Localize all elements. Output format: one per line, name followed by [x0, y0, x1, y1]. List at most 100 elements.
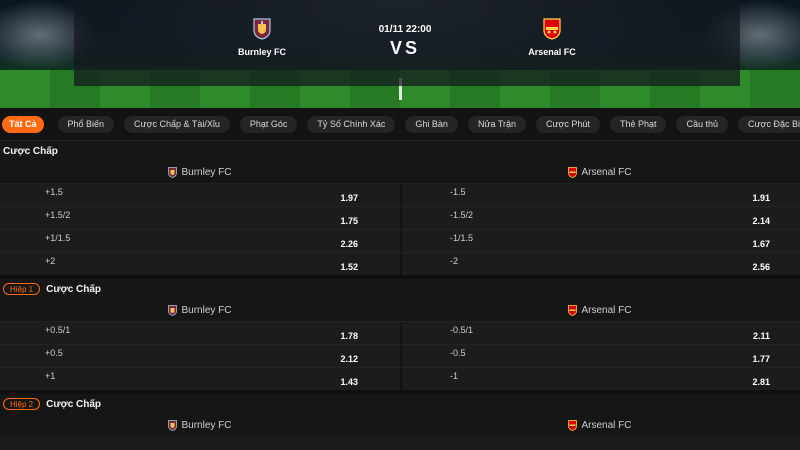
home-column-header: Burnley FC	[0, 420, 400, 431]
odds-value: 1.43	[340, 377, 358, 387]
away-column-header: Arsenal FC	[400, 167, 800, 178]
home-column-team: Burnley FC	[181, 166, 232, 178]
burnley-crest-icon	[168, 419, 178, 431]
tab-players[interactable]: Cầu thủ	[676, 115, 729, 133]
tab-corners[interactable]: Phạt Góc	[239, 115, 298, 133]
arsenal-crest-icon	[568, 419, 578, 431]
home-column-team: Burnley FC	[181, 419, 232, 431]
tab-specials[interactable]: Cược Đặc Biệt	[738, 115, 800, 133]
odds-value: 2.26	[340, 239, 358, 249]
odds-row: +1.5 1.97 -1.5 1.91	[0, 183, 800, 206]
odds-row: +1/1.5 2.26 -1/1.5 1.67	[0, 229, 800, 252]
home-odds-cell[interactable]: +1/1.5 2.26	[0, 230, 400, 252]
handicap-line: -1.5	[450, 187, 466, 197]
handicap-line: -1	[450, 371, 459, 381]
odds-value: 1.52	[340, 262, 358, 272]
away-odds-cell[interactable]: -2 2.56	[400, 253, 800, 275]
handicap-line: -2	[450, 256, 459, 266]
tab-goalscorer[interactable]: Ghi Bàn	[405, 115, 458, 133]
handicap-line: +0.5	[45, 348, 63, 358]
home-odds-cell[interactable]: +2 1.52	[0, 253, 400, 275]
market-team-header: Burnley FC Arsenal FC	[0, 414, 800, 436]
market-handicap-first-half: Hiệp 1 Cược Chấp Burnley FC Arsenal FC +…	[0, 279, 800, 390]
odds-value: 1.75	[340, 216, 358, 226]
odds-row: +0.5 2.12 -0.5 1.77	[0, 344, 800, 367]
tab-popular[interactable]: Phổ Biến	[57, 115, 115, 133]
away-odds-cell[interactable]: -1.5 1.91	[400, 184, 800, 206]
handicap-line: +1.5/2	[45, 210, 71, 220]
home-column-team: Burnley FC	[181, 304, 232, 316]
tab-all[interactable]: Tất Cả	[2, 115, 44, 133]
odds-value: 1.91	[752, 193, 770, 203]
home-team-name: Burnley FC	[237, 47, 286, 57]
market-handicap-second-half: Hiệp 2 Cược Chấp Burnley FC Arsenal FC	[0, 394, 800, 436]
arsenal-crest-icon	[568, 304, 578, 316]
market-title: Cược Chấp	[46, 398, 102, 410]
odds-value: 2.11	[752, 331, 770, 341]
tab-half-time[interactable]: Nửa Trận	[467, 115, 526, 133]
odds-row: +0.5/1 1.78 -0.5/1 2.11	[0, 321, 800, 344]
half-badge: Hiệp 2	[3, 398, 41, 410]
burnley-crest-icon	[253, 18, 271, 40]
market-team-header: Burnley FC Arsenal FC	[0, 161, 800, 183]
handicap-line: -1/1.5	[450, 233, 474, 243]
handicap-line: +0.5/1	[45, 325, 71, 335]
home-team[interactable]: Burnley FC	[202, 18, 322, 57]
away-column-header: Arsenal FC	[400, 420, 800, 431]
burnley-crest-icon	[168, 166, 178, 178]
arsenal-crest-icon	[568, 166, 578, 178]
market-team-header: Burnley FC Arsenal FC	[0, 299, 800, 321]
vs-label: VS	[389, 38, 420, 58]
away-odds-cell[interactable]: -1.5/2 2.14	[400, 207, 800, 229]
odds-value: 1.67	[752, 239, 770, 249]
odds-row: +2 1.52 -2 2.56	[0, 252, 800, 275]
match-time: 01/11 22:00	[378, 24, 432, 35]
away-odds-cell[interactable]: -1/1.5 1.67	[400, 230, 800, 252]
away-odds-cell[interactable]: -0.5 1.77	[400, 345, 800, 367]
home-odds-cell[interactable]: +1 1.43	[0, 368, 400, 390]
handicap-line: +1.5	[45, 187, 63, 197]
half-badge: Hiệp 1	[3, 283, 41, 295]
away-odds-cell[interactable]: -0.5/1 2.11	[400, 322, 800, 344]
burnley-crest-icon	[168, 304, 178, 316]
market-title: Cược Chấp	[46, 283, 102, 295]
market-title: Cược Chấp	[3, 145, 58, 157]
tab-cards[interactable]: Thẻ Phạt	[609, 115, 667, 133]
away-team-name: Arsenal FC	[528, 47, 576, 57]
away-column-team: Arsenal FC	[581, 304, 632, 316]
arsenal-crest-icon	[543, 18, 561, 40]
away-column-team: Arsenal FC	[581, 166, 632, 178]
home-column-header: Burnley FC	[0, 305, 400, 316]
market-filter-tabs: Tất Cả Phổ Biến Cược Chấp & Tài/Xỉu Phạt…	[0, 108, 800, 141]
tab-correct-score[interactable]: Tỷ Số Chính Xác	[307, 115, 396, 133]
odds-value: 1.77	[752, 354, 770, 364]
away-odds-cell[interactable]: -1 2.81	[400, 368, 800, 390]
odds-value: 2.56	[752, 262, 770, 272]
away-column-header: Arsenal FC	[400, 305, 800, 316]
market-title-row: Hiệp 1 Cược Chấp	[0, 279, 800, 299]
market-title-row: Hiệp 2 Cược Chấp	[0, 394, 800, 414]
handicap-line: +2	[45, 256, 56, 266]
tab-minute-bets[interactable]: Cược Phút	[536, 115, 600, 133]
home-odds-cell[interactable]: +0.5/1 1.78	[0, 322, 400, 344]
odds-value: 1.97	[340, 193, 358, 203]
away-column-team: Arsenal FC	[581, 419, 632, 431]
odds-value: 2.12	[340, 354, 358, 364]
handicap-line: -1.5/2	[450, 210, 474, 220]
home-odds-cell[interactable]: +0.5 2.12	[0, 345, 400, 367]
home-odds-cell[interactable]: +1.5/2 1.75	[0, 207, 400, 229]
handicap-line: -0.5/1	[450, 325, 474, 335]
handicap-line: +1/1.5	[45, 233, 71, 243]
home-column-header: Burnley FC	[0, 167, 400, 178]
away-team[interactable]: Arsenal FC	[492, 18, 612, 57]
market-handicap-fulltime: Cược Chấp Burnley FC Arsenal FC +1.5 1.9…	[0, 141, 800, 275]
handicap-line: -0.5	[450, 348, 466, 358]
odds-row: +1.5/2 1.75 -1.5/2 2.14	[0, 206, 800, 229]
odds-value: 1.78	[340, 331, 358, 341]
tab-handicap-over-under[interactable]: Cược Chấp & Tài/Xỉu	[124, 115, 230, 133]
odds-value: 2.14	[752, 216, 770, 226]
odds-row: +1 1.43 -1 2.81	[0, 367, 800, 390]
handicap-line: +1	[45, 371, 56, 381]
odds-value: 2.81	[752, 377, 770, 387]
home-odds-cell[interactable]: +1.5 1.97	[0, 184, 400, 206]
